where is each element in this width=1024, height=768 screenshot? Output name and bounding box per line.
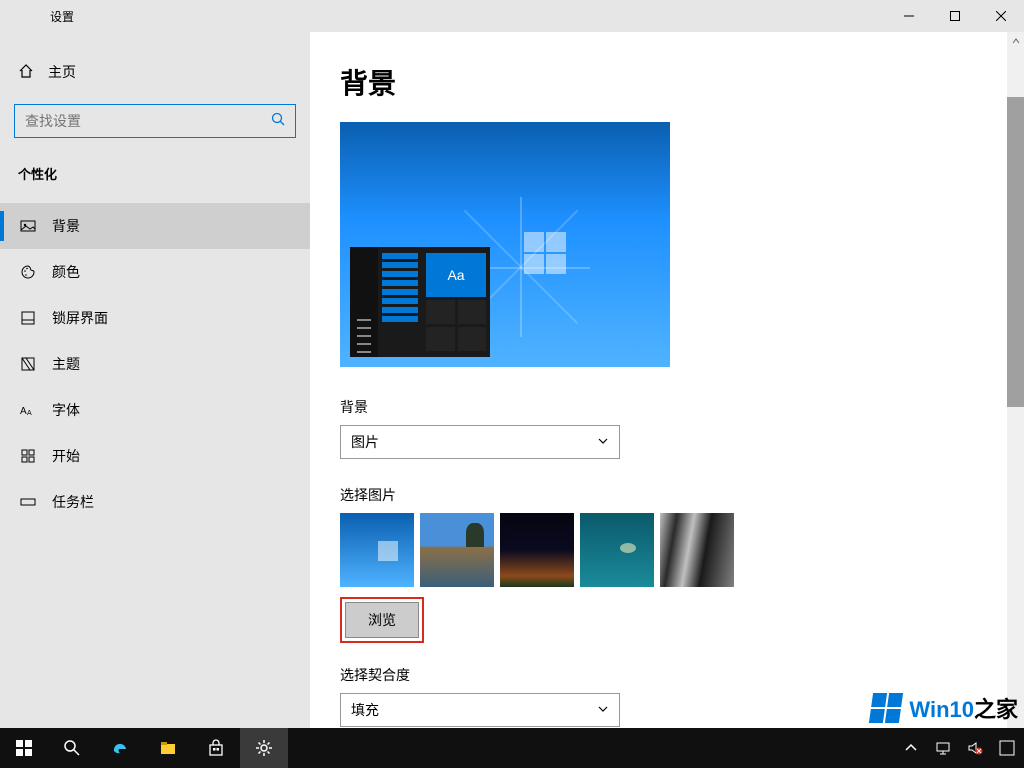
settings-button[interactable] [240,728,288,768]
windows-logo-icon [869,693,903,723]
content-area: 背景 Aa 背景 图片 选择图片 [310,32,1024,728]
nav-label: 主题 [52,354,80,374]
start-button[interactable] [0,728,48,768]
thumbnail-1[interactable] [340,513,414,587]
ime-icon[interactable] [994,740,1020,756]
fit-dropdown[interactable]: 填充 [340,693,620,727]
nav-label: 背景 [52,216,80,236]
dropdown-value: 图片 [351,432,379,452]
edge-button[interactable] [96,728,144,768]
nav-label: 开始 [52,446,80,466]
nav-fonts[interactable]: AA 字体 [0,387,310,433]
nav-taskbar[interactable]: 任务栏 [0,479,310,525]
nav-colors[interactable]: 颜色 [0,249,310,295]
search-icon [271,112,285,131]
lockscreen-icon [18,310,38,326]
nav-themes[interactable]: 主题 [0,341,310,387]
choose-image-label: 选择图片 [340,485,994,505]
nav-label: 锁屏界面 [52,308,108,328]
chevron-down-icon [597,702,609,718]
search-field[interactable] [25,113,271,129]
taskbar-icon [18,494,38,510]
picture-icon [18,218,38,234]
preview-tile-text: Aa [426,253,486,297]
store-button[interactable] [192,728,240,768]
nav-label: 任务栏 [52,492,94,512]
volume-icon[interactable] [962,740,988,756]
explorer-button[interactable] [144,728,192,768]
watermark-text: Win10之家 [909,692,1018,724]
scrollbar[interactable] [1007,32,1024,728]
background-dropdown[interactable]: 图片 [340,425,620,459]
scroll-up-icon[interactable] [1007,32,1024,49]
titlebar: 设置 [0,0,1024,32]
palette-icon [18,264,38,280]
nav-label: 字体 [52,400,80,420]
thumbnail-2[interactable] [420,513,494,587]
thumbnail-5[interactable] [660,513,734,587]
minimize-button[interactable] [886,0,932,32]
system-tray [898,728,1024,768]
watermark: Win10之家 www.win10xitong.com [871,692,1018,724]
page-title: 背景 [340,62,994,102]
window-title: 设置 [0,8,74,25]
dropdown-value: 填充 [351,700,379,720]
nav-start[interactable]: 开始 [0,433,310,479]
thumbnail-4[interactable] [580,513,654,587]
search-button[interactable] [48,728,96,768]
chevron-down-icon [597,434,609,450]
svg-text:A: A [20,406,27,417]
home-label: 主页 [48,62,76,82]
start-icon [18,448,38,464]
background-label: 背景 [340,397,994,417]
home-icon [18,63,34,82]
search-input[interactable] [14,104,296,138]
thumbnail-3[interactable] [500,513,574,587]
maximize-button[interactable] [932,0,978,32]
nav-background[interactable]: 背景 [0,203,310,249]
nav-label: 颜色 [52,262,80,282]
sidebar: 主页 个性化 背景 颜色 锁屏界面 主题 [0,32,310,728]
browse-highlight: 浏览 [340,597,424,643]
fit-label: 选择契合度 [340,665,994,685]
font-icon: AA [18,402,38,418]
network-icon[interactable] [930,740,956,756]
taskbar [0,728,1024,768]
nav-lockscreen[interactable]: 锁屏界面 [0,295,310,341]
browse-button[interactable]: 浏览 [345,602,419,638]
tray-chevron-up-icon[interactable] [898,740,924,756]
image-thumbnails [340,513,994,587]
svg-text:A: A [27,410,32,417]
home-link[interactable]: 主页 [0,52,310,92]
close-button[interactable] [978,0,1024,32]
scroll-thumb[interactable] [1007,97,1024,407]
theme-icon [18,356,38,372]
desktop-preview: Aa [340,122,670,367]
category-label: 个性化 [0,150,310,193]
